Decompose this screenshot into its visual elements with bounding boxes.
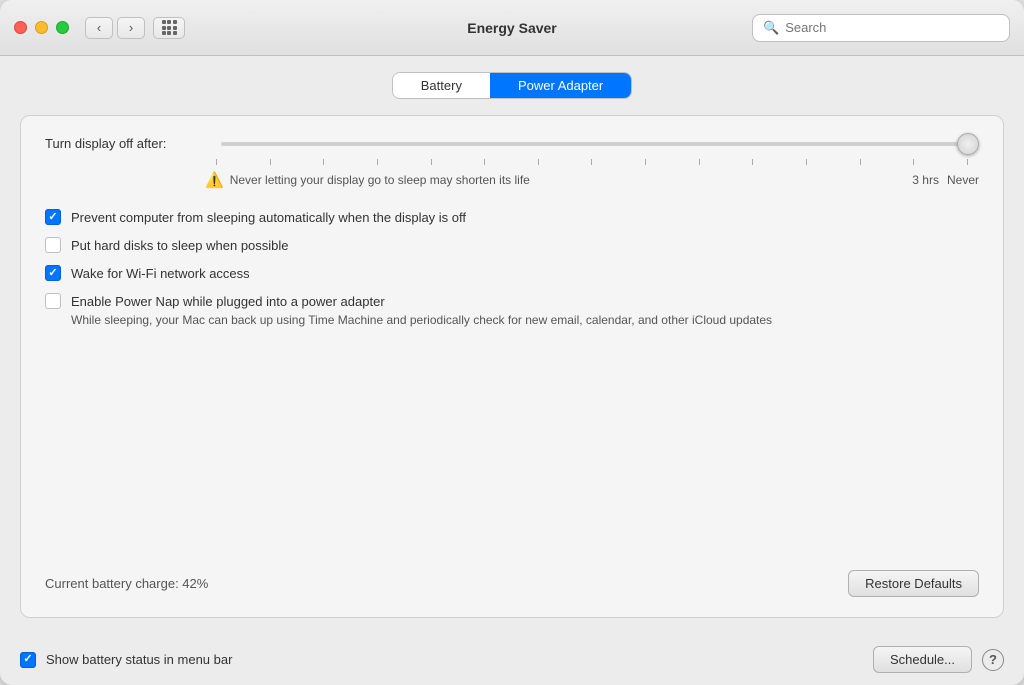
maximize-button[interactable] (56, 21, 69, 34)
minimize-button[interactable] (35, 21, 48, 34)
search-input[interactable] (785, 20, 999, 35)
slider-label: Turn display off after: (45, 136, 205, 151)
display-sleep-section: Turn display off after: (45, 136, 979, 151)
time-labels: 3 hrs Never (912, 173, 979, 187)
tick (484, 159, 485, 165)
warning-row: ⚠️ Never letting your display go to slee… (205, 171, 979, 189)
search-box[interactable]: 🔍 (752, 14, 1010, 42)
tick (591, 159, 592, 165)
checkbox-label-hard-disks: Put hard disks to sleep when possible (71, 238, 289, 253)
restore-defaults-button[interactable]: Restore Defaults (848, 570, 979, 597)
checkbox-wifi[interactable] (45, 265, 61, 281)
search-icon: 🔍 (763, 20, 779, 36)
checkbox-row: Enable Power Nap while plugged into a po… (45, 293, 979, 309)
tick (806, 159, 807, 165)
checkbox-row: Prevent computer from sleeping automatic… (45, 209, 979, 225)
traffic-lights (14, 21, 69, 34)
checkbox-prevent-sleep[interactable] (45, 209, 61, 225)
bottom-area: Current battery charge: 42% Restore Defa… (45, 550, 979, 597)
tab-battery[interactable]: Battery (393, 73, 490, 98)
warning-icon: ⚠️ (205, 171, 224, 189)
time-label-never: Never (947, 173, 979, 187)
tick (431, 159, 432, 165)
window-title: Energy Saver (467, 20, 557, 36)
slider-ticks (205, 159, 979, 169)
titlebar: ‹ › Energy Saver 🔍 (0, 0, 1024, 56)
checkbox-label-wifi: Wake for Wi-Fi network access (71, 266, 250, 281)
checkbox-sublabel-power-nap: While sleeping, your Mac can back up usi… (71, 312, 979, 329)
footer-bar: Show battery status in menu bar Schedule… (0, 634, 1024, 685)
slider-ticks-inner (205, 159, 979, 165)
show-battery-row: Show battery status in menu bar (20, 652, 232, 668)
checkbox-item-power-nap: Enable Power Nap while plugged into a po… (45, 293, 979, 329)
forward-button[interactable]: › (117, 17, 145, 39)
grid-icon (162, 20, 177, 35)
tick (752, 159, 753, 165)
tick (377, 159, 378, 165)
checkbox-label-prevent-sleep: Prevent computer from sleeping automatic… (71, 210, 466, 225)
display-sleep-slider[interactable] (221, 142, 979, 146)
checkbox-show-battery[interactable] (20, 652, 36, 668)
tick (216, 159, 217, 165)
tick (913, 159, 914, 165)
nav-buttons: ‹ › (85, 17, 145, 39)
checkbox-item-hard-disks: Put hard disks to sleep when possible (45, 237, 979, 253)
checkbox-item-wifi: Wake for Wi-Fi network access (45, 265, 979, 281)
tick (699, 159, 700, 165)
back-button[interactable]: ‹ (85, 17, 113, 39)
tick (645, 159, 646, 165)
tick (323, 159, 324, 165)
battery-status: Current battery charge: 42% (45, 576, 208, 591)
close-button[interactable] (14, 21, 27, 34)
checkbox-label-power-nap: Enable Power Nap while plugged into a po… (71, 294, 385, 309)
tab-bar: Battery Power Adapter (20, 72, 1004, 99)
tab-group: Battery Power Adapter (392, 72, 632, 99)
checkbox-section: Prevent computer from sleeping automatic… (45, 209, 979, 329)
checkbox-hard-disks[interactable] (45, 237, 61, 253)
checkbox-row: Wake for Wi-Fi network access (45, 265, 979, 281)
checkbox-item-prevent-sleep: Prevent computer from sleeping automatic… (45, 209, 979, 225)
settings-panel: Turn display off after: (20, 115, 1004, 618)
tick (967, 159, 968, 165)
tab-power-adapter[interactable]: Power Adapter (490, 73, 631, 98)
checkbox-row: Put hard disks to sleep when possible (45, 237, 979, 253)
app-grid-button[interactable] (153, 17, 185, 39)
checkbox-power-nap[interactable] (45, 293, 61, 309)
tick (538, 159, 539, 165)
show-battery-label: Show battery status in menu bar (46, 652, 232, 667)
warning-text: Never letting your display go to sleep m… (230, 173, 907, 187)
content: Battery Power Adapter Turn display off a… (0, 56, 1024, 634)
footer-right: Schedule... ? (873, 646, 1004, 673)
time-label-3hrs: 3 hrs (912, 173, 939, 187)
tick (270, 159, 271, 165)
help-button[interactable]: ? (982, 649, 1004, 671)
slider-container (221, 142, 979, 146)
schedule-button[interactable]: Schedule... (873, 646, 972, 673)
tick (860, 159, 861, 165)
window: ‹ › Energy Saver 🔍 Battery Power Adapter (0, 0, 1024, 685)
